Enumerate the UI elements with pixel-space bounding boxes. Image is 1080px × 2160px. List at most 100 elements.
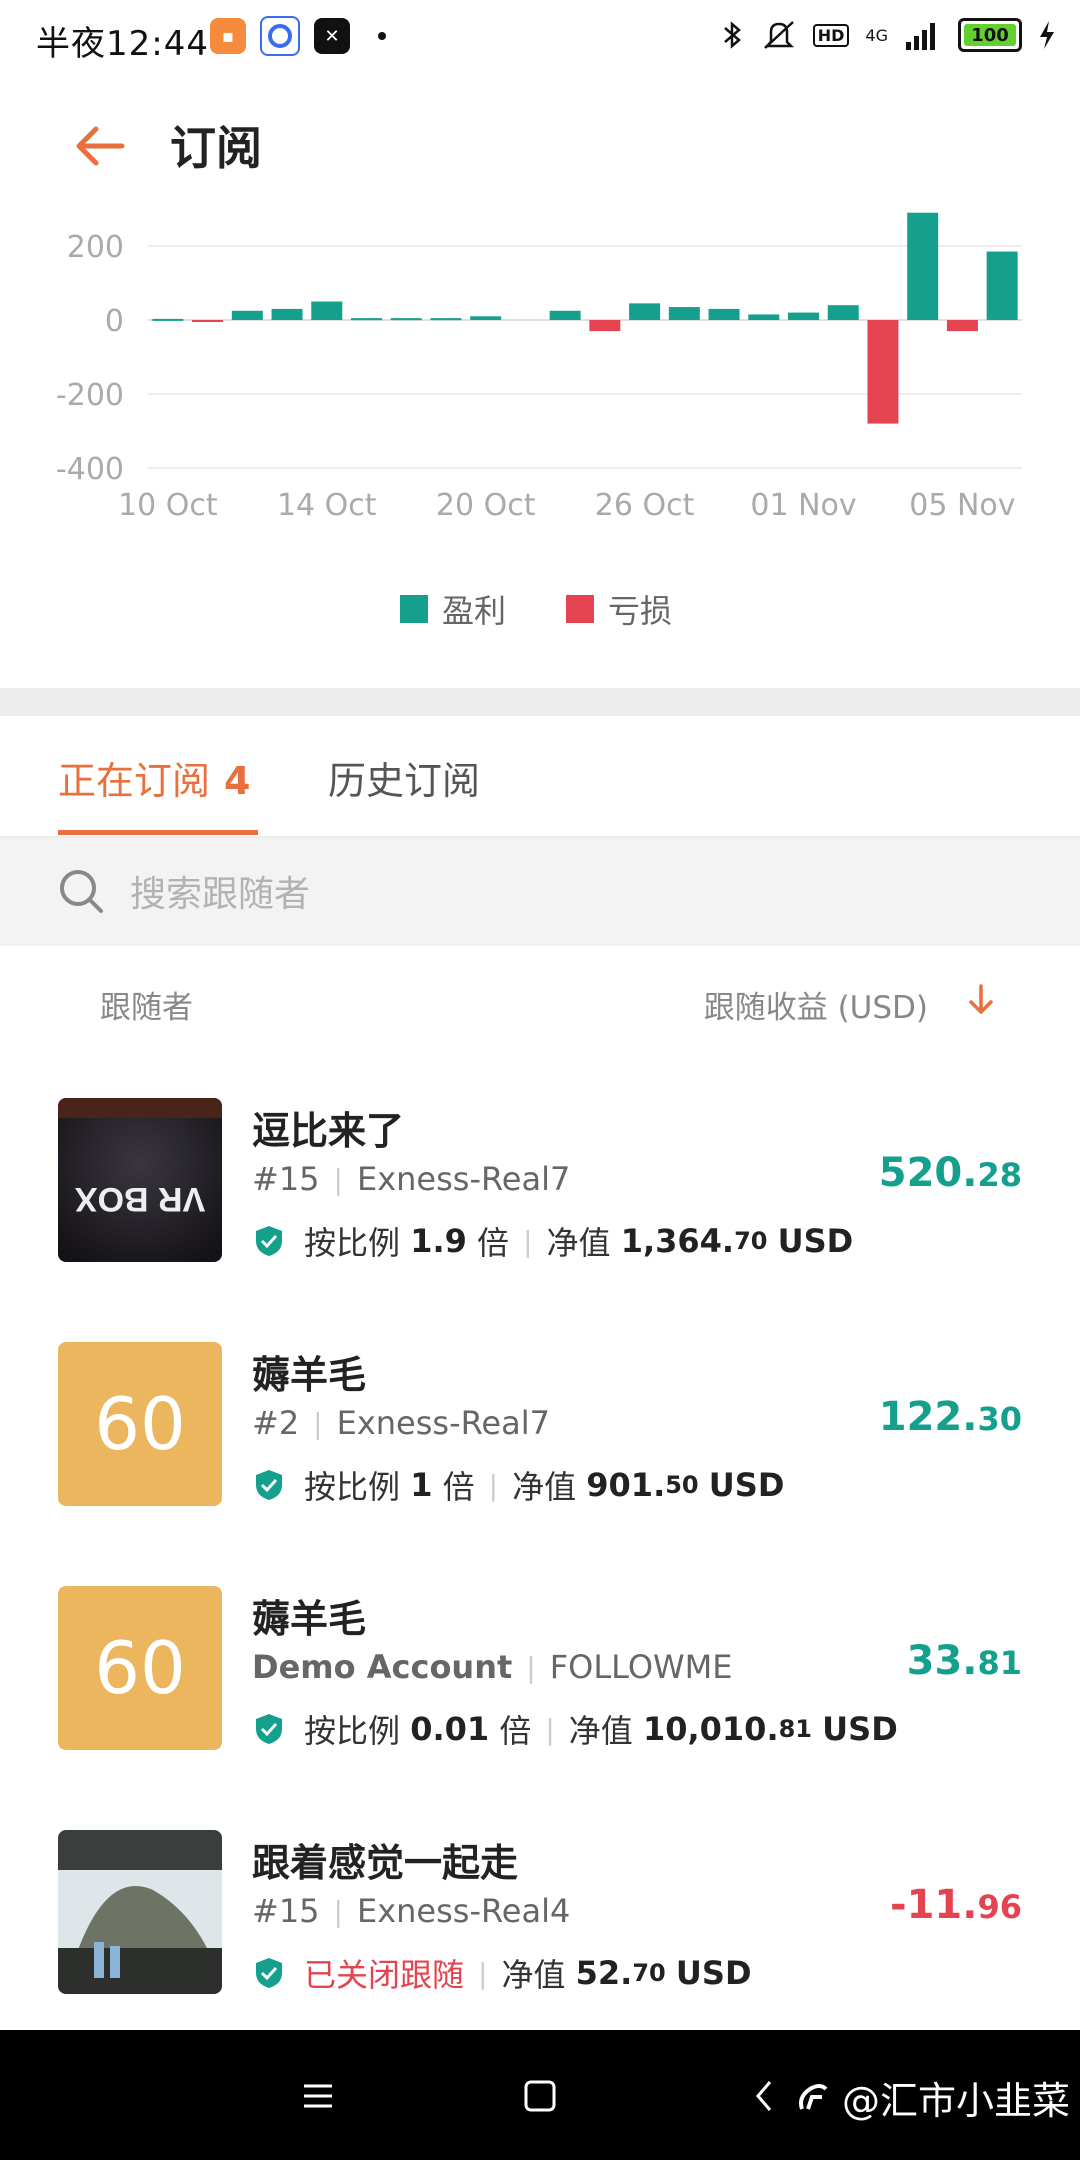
- system-nav-bar: @汇市小韭菜: [0, 2030, 1080, 2160]
- follower-profit: -11.96: [890, 1882, 1022, 1928]
- legend-profit: 盈利: [400, 586, 506, 632]
- tab-underline: [58, 830, 258, 835]
- equity-label: 净值: [512, 1468, 577, 1506]
- follower-rank: Demo Account: [252, 1648, 513, 1686]
- x-tick-label: 14 Oct: [277, 488, 377, 523]
- chart-bar: [390, 318, 422, 321]
- x-tick-label: 10 Oct: [118, 488, 218, 523]
- x-tick-label: 01 Nov: [750, 488, 856, 523]
- follower-meta: Demo Account | FOLLOWME: [252, 1648, 733, 1686]
- follower-row[interactable]: 60 薅羊毛 Demo Account | FOLLOWME 按比例 0.01 …: [0, 1546, 1080, 1792]
- equity-decimal: 70: [632, 1959, 666, 1987]
- follower-settings: 已关闭跟随 | 净值 52. 70 USD: [252, 1950, 752, 1996]
- search-icon: [60, 870, 103, 913]
- column-profit[interactable]: 跟随收益 (USD): [704, 982, 928, 1027]
- ratio-label: 按比例: [304, 1712, 401, 1750]
- weibo-logo-icon: [798, 2083, 828, 2110]
- tab-current-subscriptions[interactable]: 正在订阅 4: [58, 750, 250, 805]
- follower-profit: 520.28: [878, 1150, 1022, 1196]
- subscription-tabs: 正在订阅 4 历史订阅: [0, 716, 1080, 838]
- equity-decimal: 50: [665, 1471, 699, 1499]
- chart-bar: [986, 251, 1018, 320]
- follower-account: Exness-Real7: [336, 1404, 550, 1442]
- chart-bar: [311, 301, 343, 320]
- app-blue-icon: [260, 16, 300, 56]
- more-dot: [378, 32, 386, 40]
- chart-bar: [907, 212, 939, 320]
- ratio-value: 1.9: [410, 1222, 467, 1260]
- search-input[interactable]: [128, 868, 1012, 920]
- equity-unit: USD: [822, 1710, 898, 1748]
- ratio-unit: 倍: [499, 1712, 532, 1750]
- follower-row[interactable]: VR BOX 逗比来了 #15 | Exness-Real7 按比例 1.9 倍…: [0, 1058, 1080, 1304]
- follower-settings: 按比例 0.01 倍 | 净值 10,010. 81 USD: [252, 1706, 898, 1752]
- equity-unit: USD: [708, 1466, 785, 1504]
- signal-icon: [906, 23, 935, 50]
- follower-name: 薅羊毛: [252, 1597, 367, 1641]
- avatar: 60: [58, 1586, 222, 1750]
- legend-loss: 亏损: [566, 586, 672, 632]
- capcut-icon: ✕: [314, 18, 350, 54]
- follower-rank: #15: [252, 1160, 320, 1198]
- chart-bar: [946, 320, 978, 332]
- follower-meta: #15 | Exness-Real4: [252, 1892, 571, 1930]
- watermark-text: @汇市小韭菜: [841, 2079, 1070, 2123]
- follower-account: Exness-Real4: [356, 1892, 571, 1930]
- chart-bar: [748, 314, 780, 320]
- chart-bar: [192, 320, 224, 322]
- equity-value: 901.: [586, 1466, 666, 1504]
- follower-account: FOLLOWME: [549, 1648, 733, 1686]
- follower-profit: 33.81: [906, 1638, 1022, 1684]
- follower-name: 逗比来了: [252, 1109, 405, 1153]
- y-tick-label: 200: [67, 230, 124, 265]
- chart-bar: [629, 303, 661, 320]
- ratio-value: 1: [410, 1466, 433, 1504]
- legend-loss-label: 亏损: [608, 592, 673, 630]
- follower-name: 薅羊毛: [252, 1353, 367, 1397]
- watermark: @汇市小韭菜: [796, 2070, 1070, 2125]
- mute-icon: [763, 21, 794, 49]
- chart-bar: [430, 318, 462, 321]
- follower-name: 跟着感觉一起走: [252, 1841, 519, 1885]
- section-divider: [0, 688, 1080, 716]
- bluetooth-icon: [723, 21, 741, 49]
- follower-row[interactable]: 60 薅羊毛 #2 | Exness-Real7 按比例 1 倍 | 净值 90…: [0, 1302, 1080, 1548]
- equity-value: 10,010.: [642, 1710, 779, 1748]
- follower-meta: #15 | Exness-Real7: [252, 1160, 571, 1198]
- chart-legend: 盈利 亏损: [400, 586, 672, 632]
- bar-chart: 200 0 -200 -40010 Oct 14 Oct 20 Oct 26 Oct 01 N…: [56, 212, 1022, 523]
- follower-rank: #15: [252, 1892, 320, 1930]
- app-orange-icon: ▪: [210, 18, 246, 54]
- chart-bar: [231, 310, 263, 320]
- chart-bar: [867, 320, 899, 424]
- x-tick-label: 26 Oct: [595, 488, 695, 523]
- sort-down-arrow-icon[interactable]: [964, 980, 998, 1020]
- chart-bar: [549, 310, 581, 320]
- ratio-unit: 倍: [477, 1224, 510, 1262]
- follower-row[interactable]: 跟着感觉一起走 #15 | Exness-Real4 已关闭跟随 | 净值 52…: [0, 1790, 1080, 2036]
- back-arrow-icon[interactable]: [70, 116, 130, 176]
- x-tick-label: 20 Oct: [436, 488, 536, 523]
- equity-decimal: 70: [734, 1227, 768, 1255]
- menu-icon[interactable]: [300, 2078, 336, 2114]
- legend-profit-label: 盈利: [442, 592, 507, 630]
- back-chevron-icon[interactable]: [752, 2078, 776, 2114]
- notification-icons: ▪ ✕: [210, 16, 386, 56]
- equity-value: 52.: [575, 1954, 633, 1992]
- equity-decimal: 81: [778, 1715, 812, 1743]
- charging-icon: [1040, 21, 1054, 49]
- chart-bar: [788, 312, 819, 320]
- y-tick-label: -400: [56, 452, 124, 487]
- equity-label: 净值: [546, 1224, 611, 1262]
- shield-check-icon: [256, 1714, 282, 1744]
- follower-meta: #2 | Exness-Real7: [252, 1404, 550, 1442]
- shield-check-icon: [256, 1470, 282, 1500]
- tab-current-label: 正在订阅: [58, 759, 211, 803]
- hd-badge: HD: [812, 23, 850, 47]
- tab-current-count: 4: [224, 759, 251, 803]
- home-square-icon[interactable]: [522, 2078, 558, 2114]
- shield-check-icon: [256, 1226, 282, 1256]
- list-column-header: 跟随者 跟随收益 (USD): [0, 946, 1080, 1058]
- tab-history-subscriptions[interactable]: 历史订阅: [328, 750, 480, 805]
- ratio-label: 按比例: [304, 1468, 401, 1506]
